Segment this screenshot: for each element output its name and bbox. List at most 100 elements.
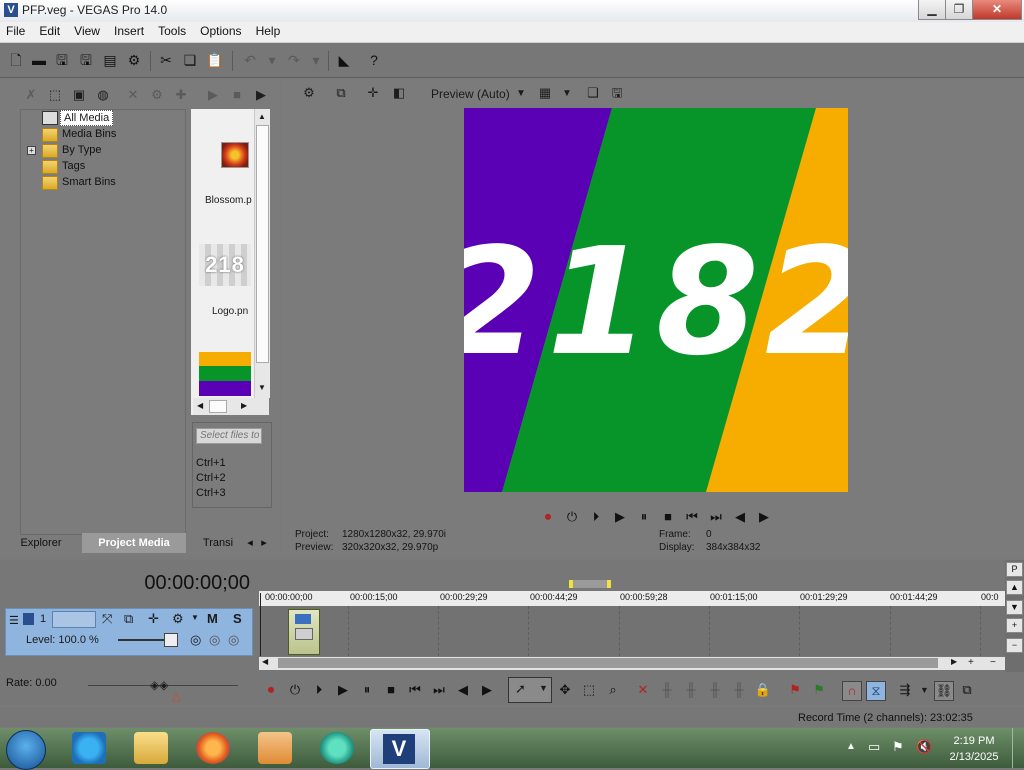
redo-dropdown-icon[interactable]: ▾	[308, 52, 324, 68]
media-thumb-logo[interactable]: 218	[199, 244, 251, 286]
tree-item-tags[interactable]: Tags	[42, 159, 85, 174]
overlays-grid-icon[interactable]: ▦	[536, 84, 554, 102]
lock-icon[interactable]: 🔒	[754, 681, 772, 699]
app-swirl-icon[interactable]	[320, 732, 354, 764]
play-icon[interactable]: ▶	[612, 509, 628, 525]
split-icon[interactable]: ╫	[730, 681, 748, 699]
menu-options[interactable]: Options	[194, 22, 246, 38]
insert-region-icon[interactable]: ⚑	[810, 681, 828, 699]
next-frame-icon[interactable]: ▶	[756, 509, 772, 525]
go-to-end-icon[interactable]: ⏭	[430, 681, 448, 699]
media-search-input[interactable]	[196, 428, 262, 444]
chevron-down-icon[interactable]: ▼	[191, 613, 199, 622]
timeline-ruler[interactable]: 00:00:00;00 00:00:15;00 00:00:29;29 00:0…	[259, 591, 1005, 606]
normal-edit-tool-icon[interactable]: ➚	[515, 681, 526, 697]
menu-view[interactable]: View	[68, 22, 105, 38]
internet-explorer-icon[interactable]	[72, 732, 106, 764]
import-media-icon[interactable]: ⬚	[46, 86, 64, 104]
tree-item-by-type[interactable]: By Type	[42, 143, 102, 158]
previous-frame-icon[interactable]: ◀	[732, 509, 748, 525]
tree-item-media-bins[interactable]: Media Bins	[42, 127, 116, 142]
solo-button[interactable]: S	[233, 611, 242, 626]
play-from-start-icon[interactable]: ⏵	[310, 681, 328, 699]
file-explorer-icon[interactable]	[134, 732, 168, 764]
split-screen-icon[interactable]: ✛	[364, 84, 382, 102]
undo-icon[interactable]: ↶	[242, 52, 258, 68]
go-to-start-icon[interactable]: ⏮	[684, 509, 700, 525]
play-icon[interactable]: ▶	[334, 681, 352, 699]
copy-snapshot-icon[interactable]: ❏	[584, 84, 602, 102]
loop-region-bar[interactable]	[569, 580, 611, 588]
tab-project-media[interactable]: Project Media	[82, 533, 186, 553]
video-track-lane[interactable]	[259, 606, 1005, 656]
level-slider-thumb[interactable]	[164, 633, 178, 647]
collapse-track-icon[interactable]: ☰	[9, 614, 19, 627]
composite-mode-icon[interactable]: ◎	[190, 632, 201, 648]
volume-muted-icon[interactable]: 🔇	[916, 739, 932, 755]
external-monitor-icon[interactable]: ⧉	[332, 84, 350, 102]
clock[interactable]: 2:19 PM 2/13/2025	[948, 733, 1000, 765]
chevron-down-icon[interactable]: ▼	[562, 88, 572, 99]
trim-end-icon[interactable]: ╫	[706, 681, 724, 699]
loop-playback-icon[interactable]: ⏻	[286, 681, 304, 699]
pause-icon[interactable]: ⏸	[358, 681, 376, 699]
remove-media-icon[interactable]: ✕	[124, 86, 142, 104]
render-icon[interactable]: ▤	[102, 52, 118, 68]
mute-button[interactable]: M	[207, 611, 218, 626]
event-fx-icon[interactable]	[295, 628, 313, 640]
auto-crossfade-icon[interactable]: ⧖	[866, 681, 886, 701]
new-file-icon[interactable]: 🗋	[8, 52, 24, 68]
media-label-blossom[interactable]: Blossom.p	[205, 195, 252, 206]
properties-gear-icon[interactable]: ⚙	[126, 52, 142, 68]
stop-icon[interactable]: ■	[382, 681, 400, 699]
save-as-icon[interactable]: 🖫	[78, 52, 94, 68]
lock-envelopes-icon[interactable]: ⛓	[934, 681, 954, 701]
start-button-icon[interactable]	[6, 730, 46, 770]
auto-preview-icon[interactable]: ▶	[252, 86, 270, 104]
media-player-icon[interactable]	[258, 732, 292, 764]
selection-tool-icon[interactable]: ⬚	[580, 681, 598, 699]
close-button[interactable]: ✕	[972, 0, 1022, 20]
tab-scroll-right-icon[interactable]: ▸	[258, 533, 270, 553]
ignore-grouping-icon[interactable]: ⧉	[958, 681, 976, 699]
media-label-logo[interactable]: Logo.pn	[212, 306, 248, 317]
stop-preview-icon[interactable]: ■	[228, 86, 246, 104]
tab-explorer[interactable]: Explorer	[6, 533, 76, 553]
action-center-flag-icon[interactable]: ⚑	[892, 739, 904, 755]
menu-file[interactable]: File	[0, 22, 30, 38]
track-motion-icon[interactable]: ⤧	[102, 611, 112, 627]
video-fx-icon[interactable]: ◧	[390, 84, 408, 102]
play-preview-icon[interactable]: ▶	[204, 86, 222, 104]
record-icon[interactable]: ⏺	[262, 681, 280, 699]
auto-ripple-icon[interactable]: ⇶	[896, 681, 914, 699]
record-icon[interactable]: ⏺	[540, 509, 556, 525]
show-desktop-button[interactable]	[1012, 728, 1024, 768]
next-frame-icon[interactable]: ▶	[478, 681, 496, 699]
video-event-clip[interactable]	[288, 609, 320, 655]
vegas-pro-taskbar-button[interactable]: V	[370, 729, 430, 769]
go-to-end-icon[interactable]: ⏭	[708, 509, 724, 525]
timeline-horizontal-scrollbar[interactable]: ◀ ▶ + −	[259, 657, 1005, 670]
network-icon[interactable]: ▭	[868, 739, 880, 755]
firefox-icon[interactable]	[196, 732, 230, 764]
compositing-icon[interactable]: ✛	[148, 611, 159, 627]
child-composite-icon[interactable]: ◎	[228, 632, 239, 648]
trim-start-icon[interactable]: ╫	[682, 681, 700, 699]
preview-quality-dropdown[interactable]: Preview (Auto)	[431, 87, 510, 101]
trim-edit-icon[interactable]: ◣	[336, 52, 352, 68]
remove-unused-media-icon[interactable]: ✗	[22, 86, 40, 104]
playhead-cursor[interactable]	[260, 593, 261, 656]
tab-transitions[interactable]: Transi	[194, 533, 242, 553]
whats-this-help-icon[interactable]: ?	[366, 52, 382, 68]
save-icon[interactable]: 🖫	[54, 52, 70, 68]
media-fx-icon[interactable]: ⚙	[148, 86, 166, 104]
save-snapshot-icon[interactable]: 🖫	[608, 84, 626, 102]
chevron-down-icon[interactable]: ▼	[516, 88, 526, 99]
copy-icon[interactable]: ❏	[182, 52, 198, 68]
play-from-start-icon[interactable]: ⏵	[588, 509, 604, 525]
undo-dropdown-icon[interactable]: ▾	[264, 52, 280, 68]
pan-crop-event-icon[interactable]	[295, 614, 311, 624]
video-track-header[interactable]: ☰ 1 ⤧ ⧉ ✛ ⚙ ▼ M S Level: 100.0 % ◎ ◎ ◎	[5, 608, 253, 656]
capture-video-icon[interactable]: ▣	[70, 86, 88, 104]
open-folder-icon[interactable]: ▬	[31, 52, 47, 68]
